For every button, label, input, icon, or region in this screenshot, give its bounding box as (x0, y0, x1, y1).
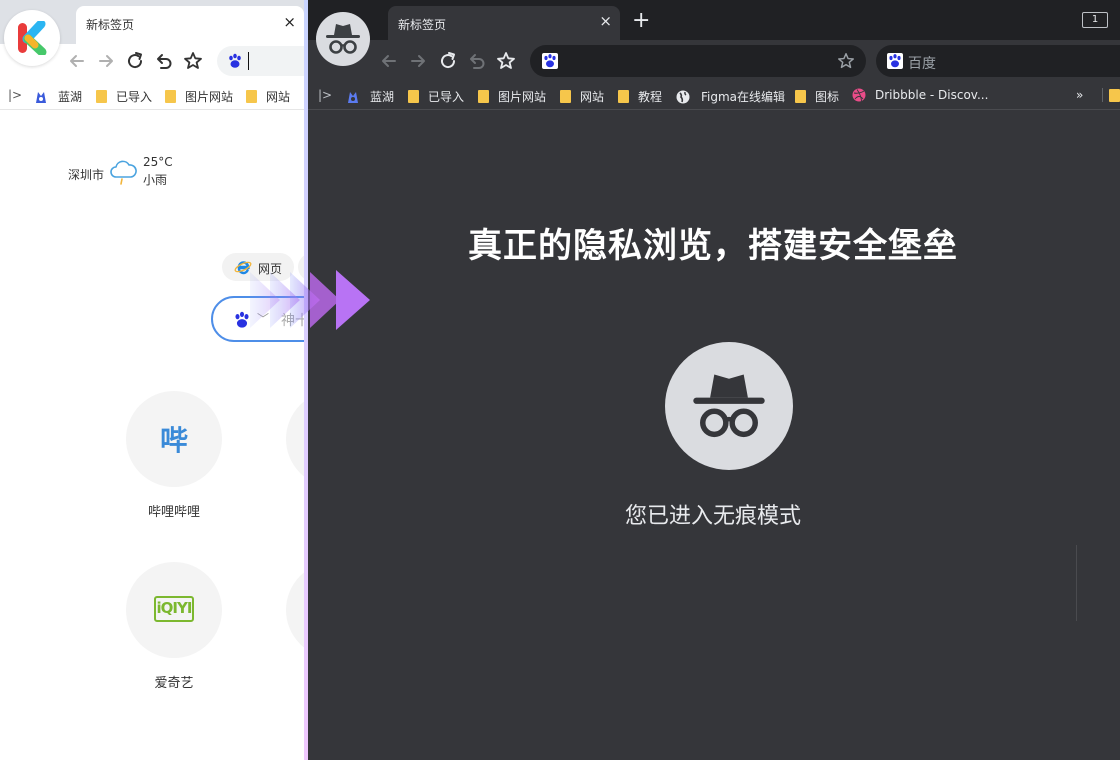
bookmark-label: 已导入 (428, 90, 465, 104)
folder-icon (1109, 88, 1120, 102)
bookmark-sites[interactable]: 网站 (560, 88, 604, 105)
baidu-paw-icon (542, 53, 558, 69)
page-headline: 真正的隐私浏览，搭建安全堡垒 (468, 226, 958, 266)
bookmark-icons[interactable]: 图标 (795, 88, 839, 105)
incognito-emblem (665, 342, 793, 470)
app-icon-circle: 哔 (126, 391, 222, 487)
bilibili-icon: 哔 (159, 424, 188, 457)
bookmark-label: 网站 (580, 90, 605, 104)
incognito-icon (326, 24, 360, 54)
normal-browser-window: 新标签页 × |> 蓝湖 已导入 图片网站 网站 深圳市 25°C 小雨 网页 … (0, 0, 306, 760)
app-icon-partial[interactable] (286, 391, 306, 487)
scrollbar-track[interactable] (1076, 545, 1077, 621)
bookmark-image-sites[interactable]: 图片网站 (478, 88, 546, 105)
bookmark-imported[interactable]: 已导入 (96, 88, 152, 105)
folder-icon (96, 90, 107, 103)
bookmark-label: 图片网站 (498, 90, 547, 104)
k-logo-icon (18, 21, 47, 55)
iqiyi-icon: iQIYI (154, 596, 194, 622)
app-icon-circle: iQIYI (126, 562, 222, 658)
bookmark-lanhu[interactable]: 蓝湖 (34, 88, 82, 105)
bookmark-tutorials[interactable]: 教程 (618, 88, 662, 105)
search-engine-label: 百度 (908, 56, 936, 72)
bookmark-label: Dribbble - Discov... (875, 88, 989, 102)
folder-icon (560, 90, 571, 103)
lanhu-icon (348, 91, 358, 103)
text-caret (248, 52, 249, 70)
browser-logo (4, 10, 60, 66)
tab-title: 新标签页 (86, 18, 135, 32)
bookmark-imported[interactable]: 已导入 (408, 88, 464, 105)
sidebar-toggle-icon[interactable]: |> (8, 88, 22, 102)
sidebar-toggle-icon[interactable]: |> (318, 88, 332, 102)
folder-icon (618, 90, 629, 103)
weather-condition: 小雨 (143, 173, 168, 187)
bookmark-folder-partial[interactable] (1102, 88, 1120, 102)
weather-city: 深圳市 (68, 168, 105, 182)
undo-icon[interactable] (466, 50, 488, 72)
incognito-profile-avatar[interactable] (316, 12, 370, 66)
new-tab-button[interactable]: + (632, 8, 650, 33)
folder-icon (795, 90, 806, 103)
folder-icon (165, 90, 176, 103)
bookmarks-overflow-button[interactable]: » (1076, 88, 1083, 102)
bookmark-label: 图片网站 (185, 90, 234, 104)
rain-cloud-icon (110, 160, 137, 185)
dribbble-icon (852, 88, 866, 102)
bookmark-star-icon[interactable] (182, 50, 204, 72)
tab-close-icon[interactable]: × (599, 12, 612, 30)
bookmark-label: 蓝湖 (58, 90, 83, 104)
bookmark-label: 蓝湖 (370, 90, 395, 104)
bookmark-sites[interactable]: 网站 (246, 88, 290, 105)
split-divider (304, 0, 308, 760)
incognito-mode-message: 您已进入无痕模式 (624, 504, 801, 529)
overflow-chevron-icon: » (1076, 88, 1084, 102)
folder-icon (246, 90, 257, 103)
back-icon[interactable] (378, 50, 400, 72)
tab-new-tab[interactable]: 新标签页 × (388, 6, 620, 40)
forward-icon[interactable] (95, 50, 117, 72)
bookmark-label: 图标 (815, 90, 840, 104)
baidu-paw-icon (229, 53, 241, 68)
app-label: 爱奇艺 (154, 676, 194, 691)
globe-icon (676, 90, 690, 103)
app-iqiyi[interactable]: iQIYI 爱奇艺 (126, 562, 222, 691)
bookmarks-bar: |> 蓝湖 已导入 图片网站 网站 (0, 80, 306, 110)
bookmark-image-sites[interactable]: 图片网站 (165, 88, 233, 105)
tab-new-tab[interactable]: 新标签页 × (76, 6, 304, 44)
address-bar[interactable] (530, 45, 866, 77)
folder-icon (408, 90, 419, 103)
app-icon-partial[interactable] (286, 562, 306, 658)
bookmark-star-icon[interactable] (495, 50, 517, 72)
folder-icon (478, 90, 489, 103)
address-bar[interactable] (217, 46, 306, 76)
tab-close-icon[interactable]: × (283, 13, 296, 31)
star-icon[interactable] (836, 51, 856, 71)
bookmark-figma[interactable]: Figma在线编辑 (676, 88, 785, 105)
reload-icon[interactable] (437, 50, 459, 72)
bookmarks-bar: |> 蓝湖 已导入 图片网站 网站 教程 Figma在线编辑 图标 Dribbb… (306, 82, 1120, 110)
tab-title: 新标签页 (398, 18, 447, 32)
baidu-paw-icon (887, 53, 903, 69)
bookmark-dribbble[interactable]: Dribbble - Discov... (852, 88, 988, 102)
undo-icon[interactable] (153, 50, 175, 72)
window-count-badge[interactable]: 1 (1082, 12, 1108, 28)
search-box[interactable]: 百度 (876, 45, 1120, 77)
bookmark-label: Figma在线编辑 (701, 90, 786, 104)
incognito-browser-window: 新标签页 × + 1 百度 |> 蓝湖 已导入 图片网站 网站 教程 Figma… (306, 0, 1120, 760)
bookmark-label: 已导入 (116, 90, 153, 104)
app-label: 哔哩哔哩 (147, 505, 200, 520)
lanhu-icon (36, 91, 46, 103)
bookmark-lanhu[interactable]: 蓝湖 (346, 88, 394, 105)
weather-temperature: 25°C (143, 155, 173, 169)
incognito-icon (693, 374, 765, 438)
back-icon[interactable] (66, 50, 88, 72)
forward-icon[interactable] (407, 50, 429, 72)
transition-arrows-icon (250, 270, 370, 330)
bookmark-label: 网站 (266, 90, 291, 104)
bookmark-label: 教程 (638, 90, 663, 104)
app-bilibili[interactable]: 哔 哔哩哔哩 (126, 391, 222, 520)
reload-icon[interactable] (124, 50, 146, 72)
